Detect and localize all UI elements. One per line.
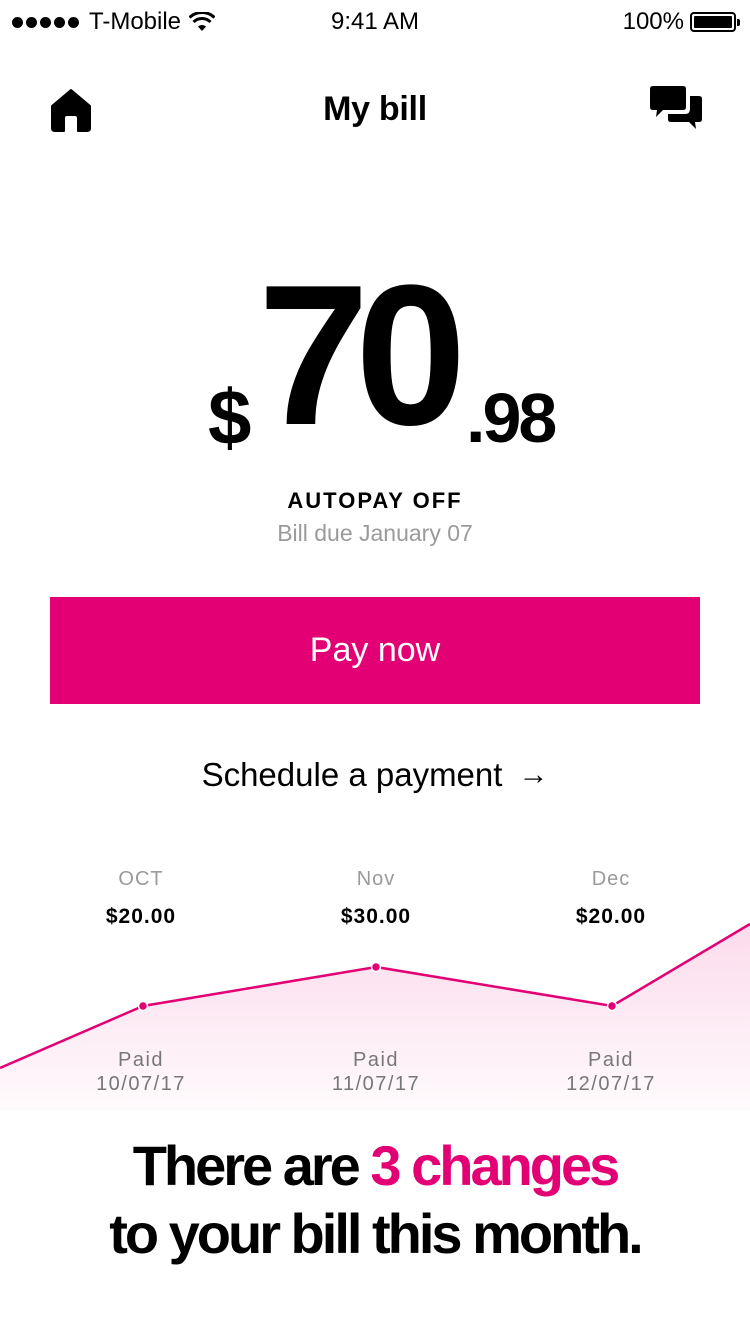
page-title: My bill — [323, 90, 427, 128]
month-nov: Nov $30.00 — [276, 868, 476, 929]
paid-date: 10/07/17 — [96, 1073, 186, 1095]
status-right: 100% — [622, 8, 740, 36]
amount-dollars: 70 — [258, 244, 467, 467]
month-label: OCT — [118, 868, 164, 890]
payment-history-chart: OCT $20.00 Nov $30.00 Dec $20.00 Paid 10… — [0, 860, 750, 1110]
month-amount: $20.00 — [105, 905, 177, 928]
paid-status: Paid — [117, 1049, 165, 1071]
nav-bar: My bill — [0, 80, 750, 144]
month-amount: $30.00 — [340, 905, 412, 928]
bill-changes-headline: There are 3 changes to your bill this mo… — [0, 1132, 750, 1268]
paid-date: 11/07/17 — [331, 1073, 421, 1095]
schedule-payment-link[interactable]: Schedule a payment → — [0, 756, 750, 794]
arrow-right-icon: → — [518, 758, 549, 791]
changes-count-link[interactable]: 3 changes — [370, 1134, 620, 1197]
paid-date: 12/07/17 — [566, 1073, 656, 1095]
battery-percent: 100% — [622, 8, 684, 35]
changes-suffix: to your bill this month. — [109, 1202, 644, 1265]
changes-prefix: There are — [132, 1134, 371, 1197]
month-dec: Dec $20.00 — [511, 868, 711, 929]
month-oct: OCT $20.00 — [41, 868, 241, 929]
month-label: Nov — [356, 868, 396, 890]
history-point-oct[interactable] — [137, 1000, 149, 1012]
amount-currency: $ — [208, 373, 251, 461]
chat-button[interactable] — [648, 82, 704, 136]
history-point-nov[interactable] — [370, 961, 382, 973]
month-label: Dec — [591, 868, 631, 890]
month-amount: $20.00 — [575, 905, 647, 928]
history-point-dec[interactable] — [606, 1000, 618, 1012]
status-bar: T-Mobile 9:41 AM 100% — [0, 0, 750, 44]
schedule-payment-label: Schedule a payment — [201, 756, 503, 793]
bill-amount: $ 70 .98 — [0, 256, 750, 462]
bill-due-date: Bill due January 07 — [277, 520, 473, 546]
paid-nov: Paid 11/07/17 — [276, 1048, 476, 1096]
paid-status: Paid — [352, 1049, 400, 1071]
paid-status: Paid — [587, 1049, 635, 1071]
paid-oct: Paid 10/07/17 — [41, 1048, 241, 1096]
pay-now-button[interactable]: Pay now — [50, 597, 700, 704]
paid-dec: Paid 12/07/17 — [511, 1048, 711, 1096]
battery-icon — [690, 12, 740, 32]
amount-cents: .98 — [466, 379, 557, 457]
chat-icon — [650, 86, 702, 129]
bill-screen: T-Mobile 9:41 AM 100% My bill $ 70 .98 A… — [0, 0, 750, 1334]
autopay-status: AUTOPAY OFF — [287, 488, 463, 513]
